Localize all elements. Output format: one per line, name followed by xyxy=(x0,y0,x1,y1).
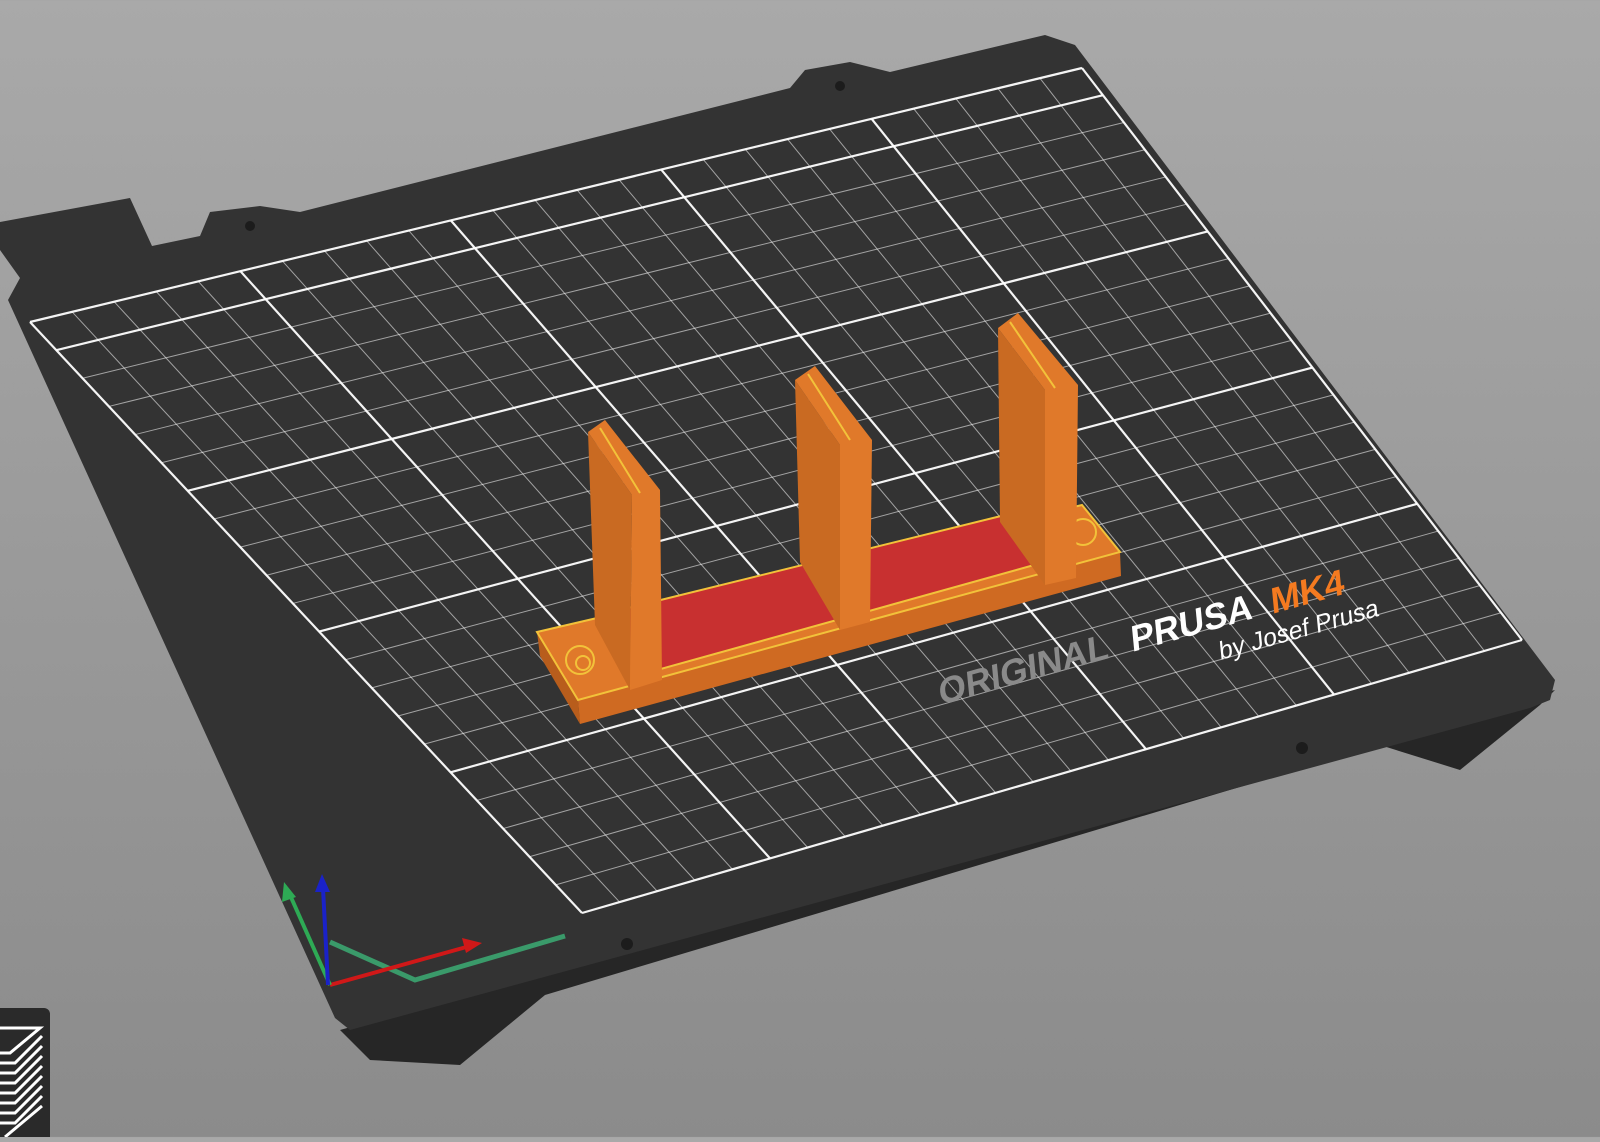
print-bed: ORIGINAL PRUSA MK4 by Josef Prusa xyxy=(0,35,1555,1065)
layers-slider-button[interactable] xyxy=(0,1008,50,1139)
3d-viewport[interactable]: ORIGINAL PRUSA MK4 by Josef Prusa xyxy=(0,0,1600,1137)
layers-icon xyxy=(0,1026,45,1139)
bed-plate xyxy=(0,35,1555,1030)
